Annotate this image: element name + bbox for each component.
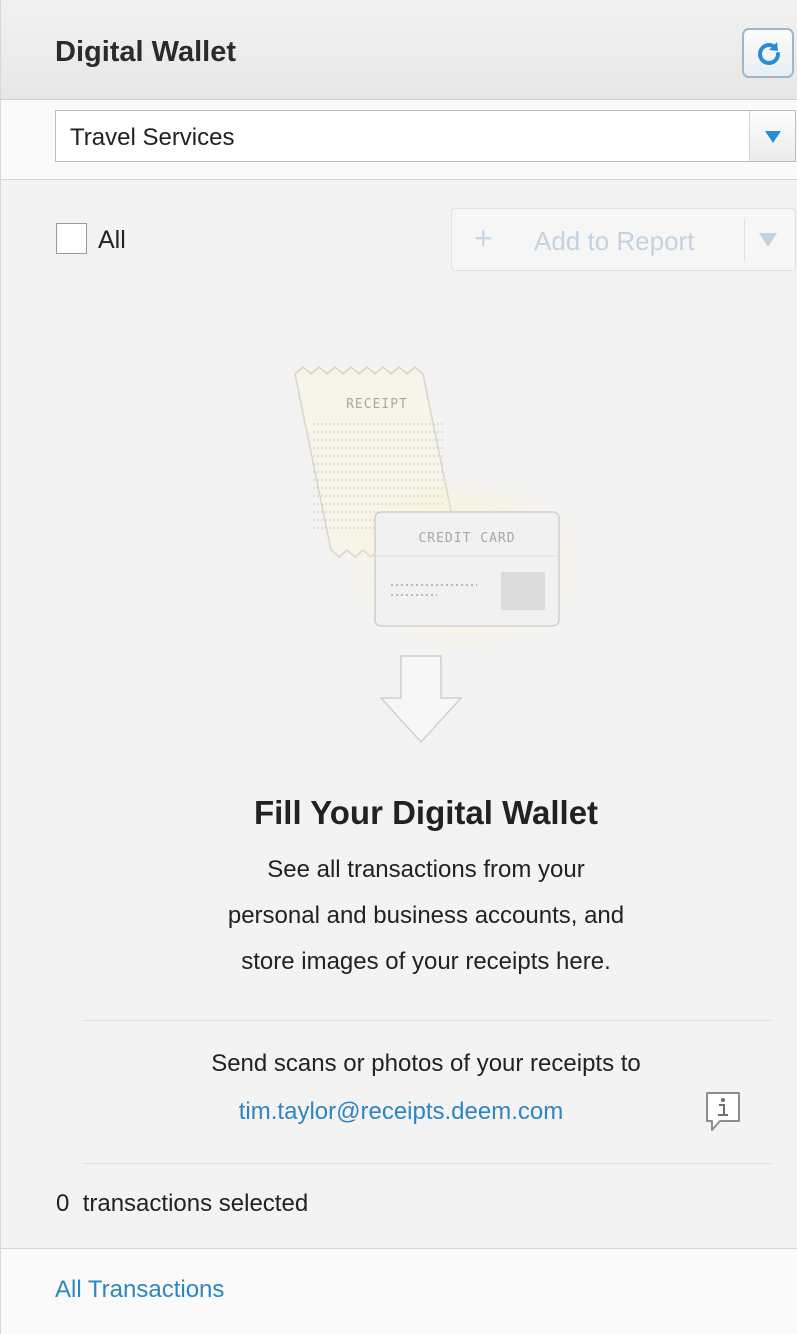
receipts-email-link[interactable]: tim.taylor@receipts.deem.com — [1, 1098, 797, 1126]
empty-state-description: See all transactions from your personal … — [1, 847, 797, 985]
caret-down-icon[interactable] — [759, 233, 777, 247]
refresh-icon — [758, 42, 780, 65]
button-divider — [744, 219, 745, 261]
panel-header: Digital Wallet — [1, 0, 797, 100]
description-line: personal and business accounts, and — [227, 902, 625, 929]
plus-icon: + — [474, 220, 493, 256]
digital-wallet-panel: Digital Wallet Travel Services All + Add… — [0, 0, 797, 1334]
empty-state-headline: Fill Your Digital Wallet — [253, 794, 599, 831]
description-line: store images of your receipts here. — [241, 948, 611, 975]
add-to-report-button[interactable]: + Add to Report — [451, 208, 796, 271]
select-all-label[interactable]: All — [98, 226, 126, 255]
filter-row: Travel Services — [1, 100, 797, 180]
divider — [83, 1020, 771, 1021]
selection-status: 0 transactions selected — [56, 1190, 308, 1218]
receipt-card-illustration: RECEIPT CREDIT CARD — [294, 366, 581, 744]
add-to-report-label: Add to Report — [534, 226, 695, 256]
selected-label: transactions selected — [82, 1190, 309, 1217]
divider — [83, 1163, 771, 1164]
refresh-button[interactable] — [742, 28, 794, 78]
send-receipts-text: Send scans or photos of your receipts to — [211, 1050, 641, 1077]
panel-title: Digital Wallet — [55, 36, 236, 68]
filter-selected-value: Travel Services — [70, 124, 235, 151]
all-transactions-link[interactable]: All Transactions — [55, 1276, 224, 1304]
description-line: See all transactions from your — [267, 856, 585, 883]
selected-count: 0 — [56, 1190, 70, 1217]
receipt-label: RECEIPT — [346, 397, 408, 412]
info-icon[interactable] — [704, 1090, 742, 1136]
select-all-checkbox[interactable] — [56, 223, 87, 254]
chevron-down-icon[interactable] — [749, 111, 795, 161]
panel-footer: All Transactions — [1, 1248, 797, 1334]
arrow-down-icon — [379, 655, 463, 744]
wallet-filter-select[interactable]: Travel Services — [55, 110, 796, 162]
credit-card-label: CREDIT CARD — [418, 531, 515, 546]
